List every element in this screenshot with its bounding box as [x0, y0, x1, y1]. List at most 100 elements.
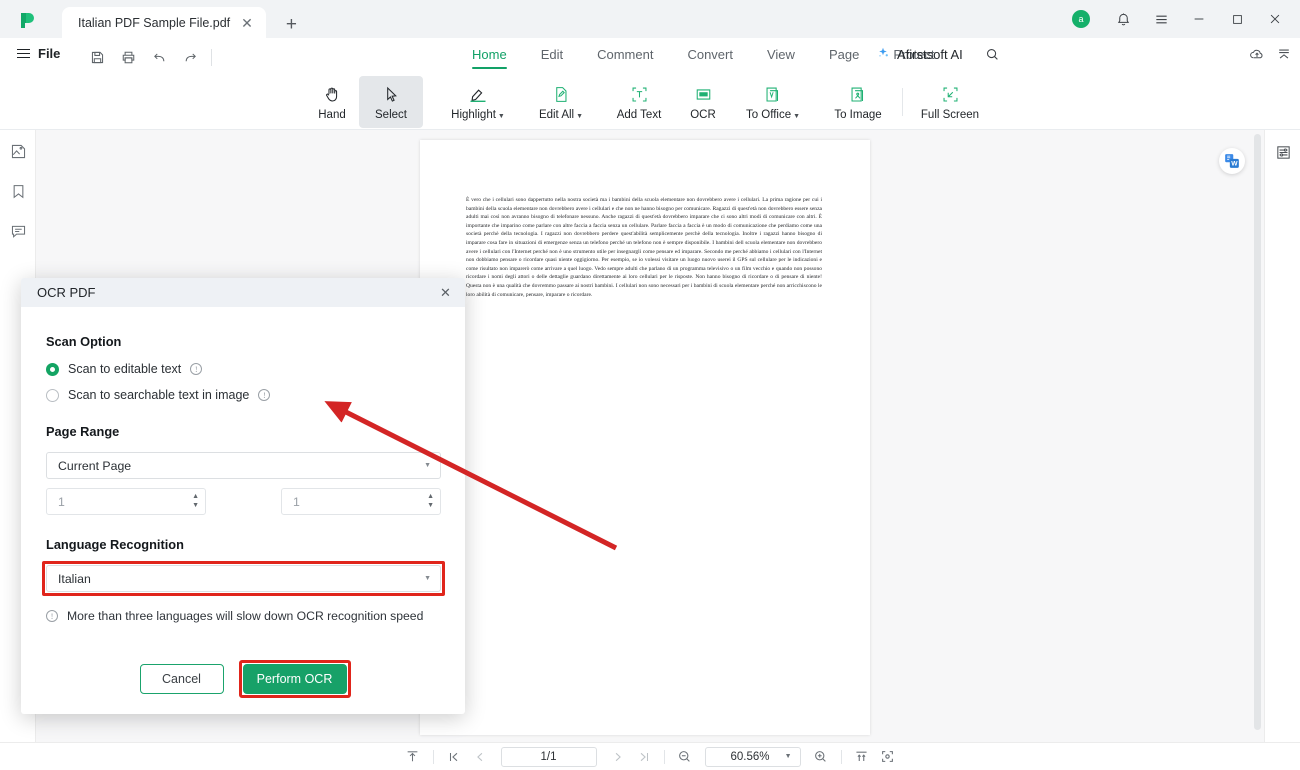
scroll-to-top-icon[interactable] [400, 746, 426, 768]
minimize-icon[interactable] [1180, 0, 1218, 38]
tab-home[interactable]: Home [455, 44, 524, 69]
perform-ocr-button[interactable]: Perform OCR [242, 664, 347, 694]
chevron-down-icon: ▼ [424, 462, 431, 469]
close-icon[interactable]: ✕ [239, 15, 255, 31]
full-screen-tool-button[interactable]: Full Screen [914, 76, 986, 128]
dialog-footer: Cancel Perform OCR [21, 644, 465, 714]
to-office-tool-label: To Office [745, 108, 792, 121]
thumbnails-icon[interactable] [9, 142, 28, 161]
info-icon: ! [46, 610, 58, 622]
cloud-upload-icon[interactable] [1249, 46, 1265, 67]
language-note-text: More than three languages will slow down… [67, 609, 424, 623]
add-text-tool-label: Add Text [616, 108, 662, 121]
page-range-from-stepper[interactable]: 1 ▲ ▼ [46, 488, 206, 515]
zoom-level-select[interactable]: 60.56% ▼ [704, 746, 801, 767]
page-number-input[interactable]: 1/1 [500, 746, 597, 767]
pdf-page: È vero che i cellulari sono dappertutto … [420, 140, 870, 735]
first-page-icon[interactable] [441, 746, 467, 768]
sparkle-icon [876, 46, 890, 63]
radio-scan-editable-text-label: Scan to editable text [68, 362, 182, 376]
hand-tool-button[interactable]: Hand [300, 76, 364, 128]
redo-icon[interactable] [175, 44, 206, 70]
cancel-button[interactable]: Cancel [139, 664, 224, 694]
title-bar: Italian PDF Sample File.pdf ✕ + a [0, 0, 1300, 38]
zoom-level-value: 60.56% [730, 750, 770, 763]
tab-edit[interactable]: Edit [524, 44, 580, 69]
close-icon[interactable] [1256, 0, 1294, 38]
next-page-icon[interactable] [605, 746, 631, 768]
comment-icon[interactable] [9, 222, 28, 241]
ocr-icon [694, 84, 713, 106]
collapse-ribbon-icon[interactable] [1276, 46, 1292, 67]
select-tool-button[interactable]: Select [359, 76, 423, 128]
document-scrollbar[interactable] [1254, 134, 1261, 730]
radio-scan-editable-text[interactable]: Scan to editable text ! [46, 362, 441, 376]
quick-access-toolbar [82, 44, 217, 70]
tab-comment[interactable]: Comment [580, 44, 670, 69]
page-number-value: 1/1 [540, 750, 557, 763]
stepper-down-icon[interactable]: ▼ [192, 502, 199, 509]
radio-button-selected[interactable] [46, 362, 59, 376]
to-image-tool-button[interactable]: To Image [823, 76, 893, 128]
properties-panel-icon[interactable] [1273, 142, 1293, 162]
tab-view[interactable]: View [750, 44, 812, 69]
stepper-up-icon[interactable]: ▲ [427, 493, 434, 500]
print-icon[interactable] [113, 44, 144, 70]
document-tab[interactable]: Italian PDF Sample File.pdf ✕ [62, 7, 266, 38]
divider [420, 88, 421, 116]
page-range-to-stepper[interactable]: 1 ▲ ▼ [281, 488, 441, 515]
app-window: Italian PDF Sample File.pdf ✕ + a File H… [0, 0, 1300, 770]
scan-option-heading: Scan Option [46, 334, 122, 349]
chevron-down-icon: ▼ [793, 112, 801, 120]
maximize-icon[interactable] [1218, 0, 1256, 38]
edit-page-icon [552, 84, 571, 106]
info-icon[interactable]: ! [258, 389, 271, 401]
highlight-tool-button[interactable]: Highlight ▼ [440, 76, 516, 128]
radio-scan-searchable-image[interactable]: Scan to searchable text in image ! [46, 388, 441, 402]
add-text-tool-button[interactable]: Add Text [606, 76, 672, 128]
search-icon[interactable] [985, 47, 1000, 67]
fit-page-icon[interactable] [875, 746, 901, 768]
chevron-down-icon: ▼ [784, 753, 792, 760]
right-sidebar [1264, 130, 1300, 742]
fit-width-icon[interactable] [849, 746, 875, 768]
dialog-title-bar: OCR PDF ✕ [21, 278, 465, 307]
dialog-body: Scan Option Scan to editable text ! Scan… [21, 307, 465, 623]
tab-convert[interactable]: Convert [670, 44, 750, 69]
pdf-page-text: È vero che i cellulari sono dappertutto … [466, 196, 822, 299]
bookmark-icon[interactable] [9, 182, 28, 201]
stepper-down-icon[interactable]: ▼ [427, 502, 434, 509]
undo-icon[interactable] [144, 44, 175, 70]
language-select[interactable]: Italian ▼ [46, 565, 441, 592]
to-office-icon [764, 84, 783, 106]
edit-all-tool-button[interactable]: Edit All ▼ [527, 76, 595, 128]
to-image-icon [849, 84, 868, 106]
divider [211, 48, 212, 66]
hand-icon [323, 84, 342, 106]
last-page-icon[interactable] [631, 746, 657, 768]
afirstsoft-ai-button[interactable]: Afirstsoft AI [876, 46, 963, 63]
info-icon[interactable]: ! [190, 363, 203, 375]
file-menu-button[interactable]: File [17, 46, 60, 61]
ocr-tool-button[interactable]: OCR [671, 76, 735, 128]
stepper-arrows: ▲ ▼ [192, 493, 199, 509]
add-text-icon [630, 84, 649, 106]
close-icon[interactable]: ✕ [438, 285, 453, 300]
convert-to-word-icon[interactable]: W [1219, 148, 1245, 174]
zoom-in-icon[interactable] [808, 746, 834, 768]
stepper-up-icon[interactable]: ▲ [192, 493, 199, 500]
file-menu-label: File [38, 46, 61, 61]
previous-page-icon[interactable] [467, 746, 493, 768]
save-icon[interactable] [82, 44, 113, 70]
to-office-tool-button[interactable]: To Office ▼ [737, 76, 809, 128]
radio-button-unselected[interactable] [46, 388, 59, 402]
avatar[interactable]: a [1072, 10, 1090, 28]
divider [840, 749, 842, 764]
dialog-title: OCR PDF [37, 285, 96, 300]
hamburger-menu-icon[interactable] [1142, 0, 1180, 38]
notification-bell-icon[interactable] [1104, 0, 1142, 38]
plus-icon[interactable]: + [280, 15, 303, 34]
tab-page[interactable]: Page [812, 44, 876, 69]
page-range-select[interactable]: Current Page ▼ [46, 452, 441, 479]
zoom-out-icon[interactable] [672, 746, 698, 768]
